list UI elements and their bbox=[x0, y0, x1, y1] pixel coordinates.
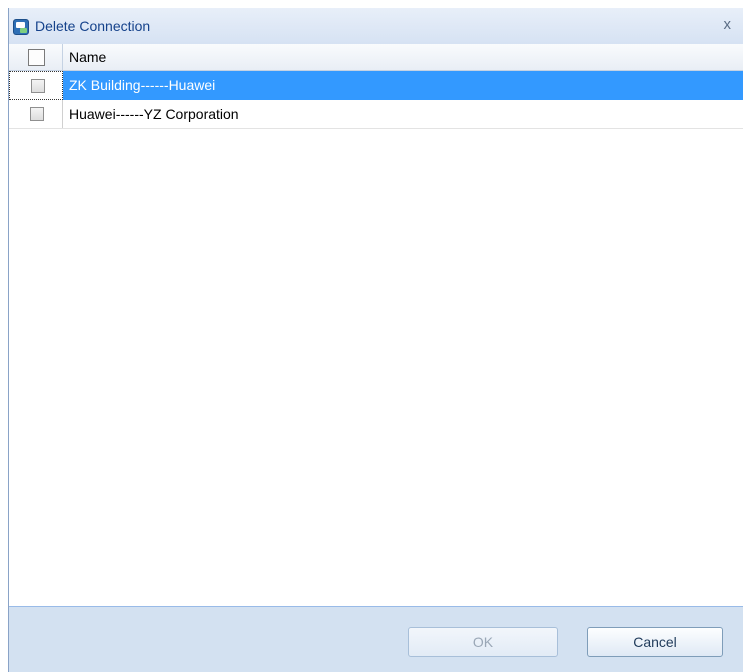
dialog-footer: OK Cancel bbox=[9, 607, 743, 672]
title-bar[interactable]: Delete Connection x bbox=[9, 8, 743, 44]
connection-name: ZK Building------Huawei bbox=[69, 77, 216, 93]
header-check-cell bbox=[9, 44, 63, 70]
name-column-header[interactable]: Name bbox=[69, 49, 106, 65]
table-row[interactable]: ZK Building------Huawei bbox=[9, 71, 743, 100]
connection-name: Huawei------YZ Corporation bbox=[69, 106, 239, 122]
app-icon bbox=[13, 19, 29, 35]
select-all-checkbox[interactable] bbox=[28, 49, 45, 66]
row-checkbox[interactable] bbox=[31, 79, 45, 93]
row-check-cell bbox=[9, 100, 63, 128]
row-check-cell bbox=[9, 71, 63, 100]
grid-header: Name bbox=[9, 44, 743, 71]
connection-grid: Name ZK Building------Huawei Huawei-----… bbox=[9, 44, 743, 607]
row-checkbox[interactable] bbox=[30, 107, 44, 121]
cancel-button[interactable]: Cancel bbox=[587, 627, 723, 657]
ok-button[interactable]: OK bbox=[408, 627, 558, 657]
delete-connection-dialog: Delete Connection x Name ZK Building----… bbox=[8, 8, 743, 672]
close-icon[interactable]: x bbox=[724, 16, 732, 33]
table-row[interactable]: Huawei------YZ Corporation bbox=[9, 100, 743, 129]
dialog-title: Delete Connection bbox=[35, 18, 151, 34]
